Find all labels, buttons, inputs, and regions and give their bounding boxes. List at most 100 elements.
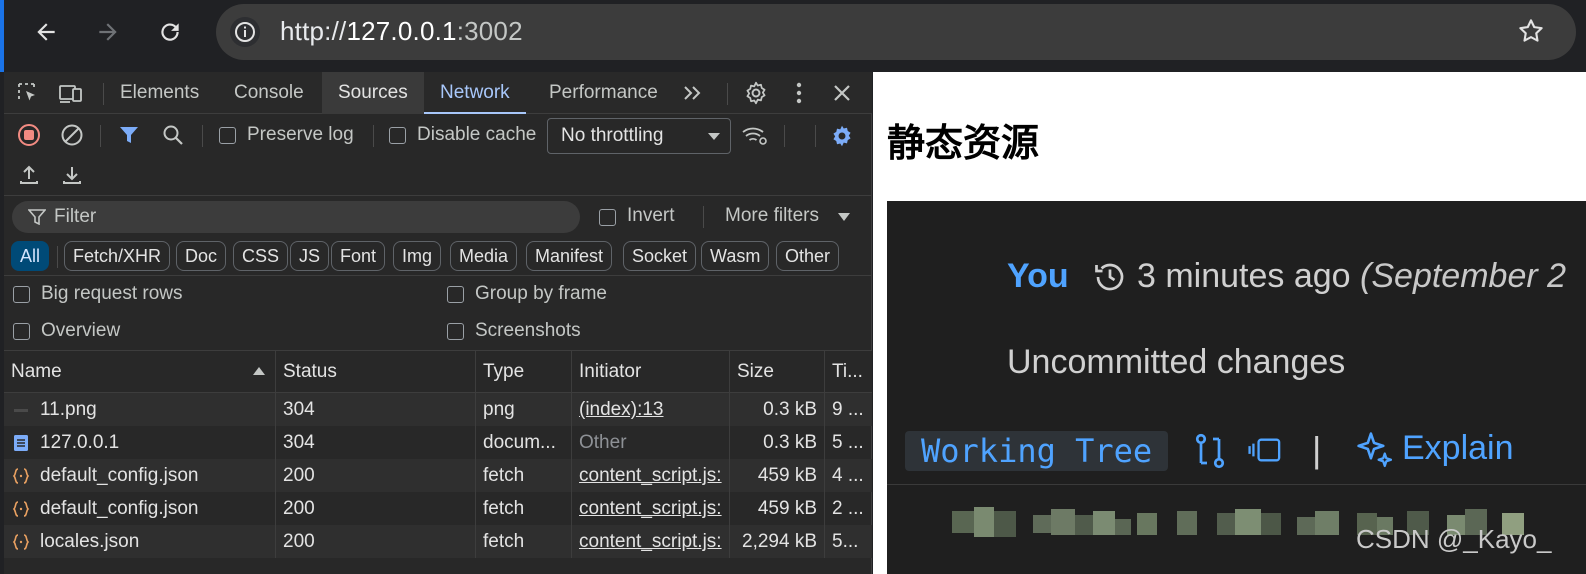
filter-input[interactable]: Filter (12, 201, 580, 233)
upload-icon[interactable] (16, 162, 42, 188)
initiator-link[interactable]: content_script.js: (579, 498, 722, 519)
cell-time: 5 ... (832, 432, 864, 453)
chip-css[interactable]: CSS (233, 241, 289, 271)
cell-type: png (476, 393, 572, 426)
forward-button[interactable] (90, 14, 126, 50)
cell-status: 200 (276, 492, 476, 525)
overview-checkbox[interactable] (13, 323, 30, 340)
request-name: default_config.json (40, 498, 199, 519)
site-info-icon[interactable] (230, 17, 260, 47)
more-tabs-icon[interactable] (680, 81, 706, 105)
cell-type: fetch (476, 525, 572, 558)
reload-icon (161, 23, 179, 41)
cell-status: 304 (276, 426, 476, 459)
download-icon[interactable] (59, 162, 85, 188)
chip-all[interactable]: All (11, 241, 50, 271)
commit-time-relative: 3 minutes ago (1137, 257, 1351, 295)
table-row[interactable]: locales.json 200 fetch content_script.js… (4, 525, 872, 558)
group-by-frame-checkbox[interactable] (447, 286, 464, 303)
initiator-link[interactable]: content_script.js: (579, 531, 722, 552)
column-size[interactable]: Size (730, 351, 825, 393)
settings-gear-icon[interactable] (742, 79, 770, 107)
page-title: 静态资源 (887, 121, 1040, 165)
request-name: 127.0.0.1 (40, 432, 120, 453)
cell-initiator: content_script.js: (572, 492, 730, 525)
inspect-element-icon[interactable] (14, 80, 42, 106)
column-type[interactable]: Type (476, 351, 572, 393)
column-time[interactable]: Ti... (825, 351, 872, 393)
tab-elements[interactable]: Elements (104, 72, 215, 114)
filter-funnel-icon[interactable] (116, 122, 142, 148)
divider (202, 125, 203, 147)
cell-time: 4 ... (832, 465, 864, 486)
history-clock-icon (1095, 263, 1124, 291)
table-row[interactable]: default_config.json 200 fetch content_sc… (4, 492, 872, 525)
preserve-log-checkbox[interactable] (219, 127, 236, 144)
compare-changes-icon (1195, 433, 1225, 469)
group-by-frame-label: Group by frame (475, 283, 607, 304)
preserve-log-label: Preserve log (247, 124, 354, 145)
tab-console[interactable]: Console (218, 72, 320, 114)
more-filters-button[interactable]: More filters (725, 205, 819, 227)
column-name[interactable]: Name (4, 351, 276, 393)
column-status[interactable]: Status (276, 351, 476, 393)
chip-js[interactable]: JS (290, 241, 330, 271)
address-bar[interactable]: http://127.0.0.1:3002 (216, 4, 1576, 60)
screenshots-checkbox[interactable] (447, 323, 464, 340)
screenshots-label: Screenshots (475, 320, 581, 341)
stop-recording-icon[interactable] (16, 122, 42, 148)
network-conditions-icon[interactable] (740, 122, 770, 148)
devtools-panel: Elements Console Sources Network Perform… (4, 72, 872, 574)
chip-doc[interactable]: Doc (176, 241, 227, 271)
tab-performance[interactable]: Performance (533, 72, 674, 114)
cell-initiator: (index):13 (572, 393, 730, 426)
initiator-link[interactable]: content_script.js: (579, 465, 722, 486)
chip-wasm[interactable]: Wasm (701, 241, 770, 271)
working-tree-badge: Working Tree (905, 431, 1169, 471)
separator-pipe: | (1312, 429, 1322, 470)
chip-fetch-xhr[interactable]: Fetch/XHR (64, 241, 171, 271)
tab-network[interactable]: Network (424, 72, 526, 114)
chevron-down-icon (838, 213, 850, 221)
chip-socket[interactable]: Socket (623, 241, 697, 271)
column-initiator[interactable]: Initiator (572, 351, 730, 393)
chip-media[interactable]: Media (450, 241, 518, 271)
bookmark-star-icon[interactable] (1516, 16, 1546, 51)
cell-name: default_config.json (4, 459, 276, 492)
commit-author: You (1007, 257, 1069, 295)
arrow-left-icon (37, 23, 55, 41)
chip-other[interactable]: Other (776, 241, 840, 271)
device-toolbar-icon[interactable] (56, 80, 86, 106)
initiator-link[interactable]: (index):13 (579, 399, 664, 420)
cell-size: 459 kB (730, 459, 825, 492)
explain-link: Explain (1402, 429, 1514, 467)
search-icon[interactable] (160, 122, 186, 148)
cell-initiator: content_script.js: (572, 525, 730, 558)
throttling-select[interactable]: No throttling (547, 118, 731, 154)
close-icon[interactable] (829, 80, 855, 106)
kebab-menu-icon[interactable] (788, 80, 810, 106)
back-button[interactable] (28, 14, 64, 50)
table-row[interactable]: 127.0.0.1 304 docum... Other 0.3 kB 5 ..… (4, 426, 872, 459)
chip-img[interactable]: Img (393, 241, 442, 271)
chevron-down-icon (708, 133, 720, 140)
browser-toolbar: http://127.0.0.1:3002 (0, 0, 1586, 72)
split-view-icon (1248, 438, 1281, 462)
chip-font[interactable]: Font (331, 241, 386, 271)
invert-checkbox[interactable] (599, 209, 616, 226)
table-header: Name Status Type Initiator Size Ti... (4, 351, 872, 393)
disable-cache-checkbox[interactable] (389, 127, 406, 144)
reload-button[interactable] (152, 14, 188, 50)
cell-time: 9 ... (832, 399, 864, 420)
clear-icon[interactable] (59, 122, 85, 148)
big-request-rows-checkbox[interactable] (13, 286, 30, 303)
table-row[interactable]: default_config.json 200 fetch content_sc… (4, 459, 872, 492)
request-name: 11.png (40, 399, 97, 420)
devtools-tabbar: Elements Console Sources Network Perform… (4, 72, 872, 114)
network-settings-gear-icon[interactable] (828, 122, 856, 150)
tab-sources[interactable]: Sources (322, 72, 424, 114)
table-row[interactable]: 11.png 304 png (index):13 0.3 kB 9 ... (4, 393, 872, 426)
cell-type: docum... (476, 426, 572, 459)
chip-manifest[interactable]: Manifest (526, 241, 613, 271)
big-request-rows-label: Big request rows (41, 283, 183, 304)
